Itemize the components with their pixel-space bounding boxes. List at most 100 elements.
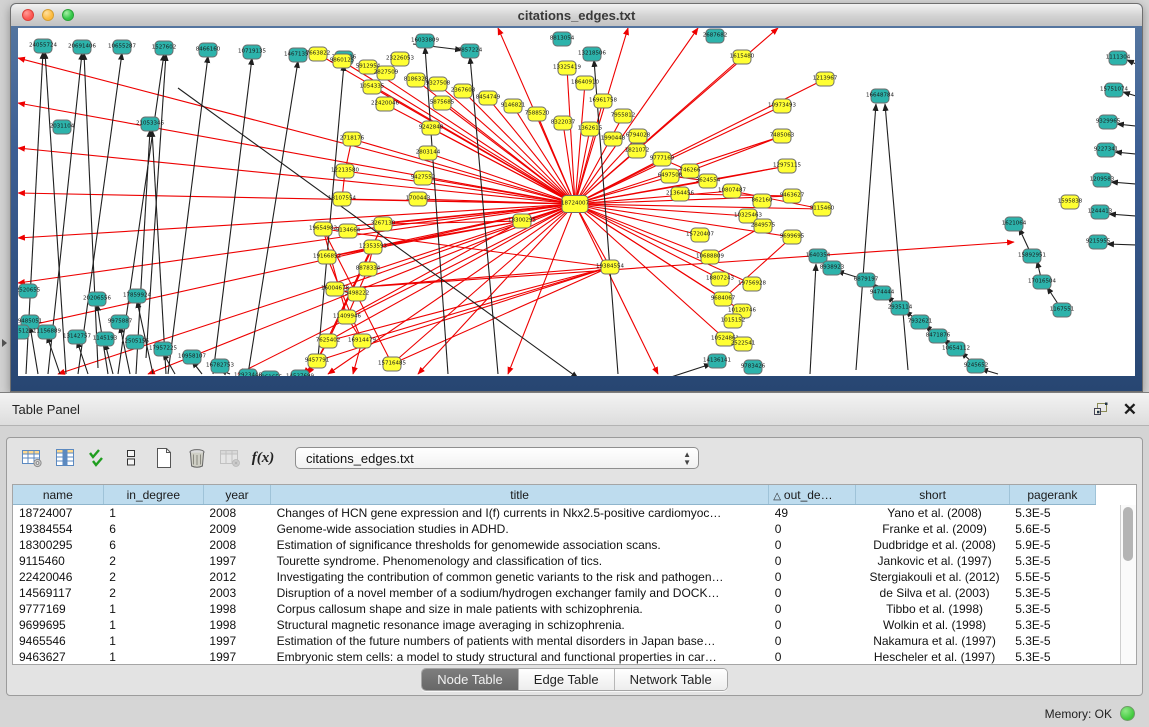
graph-node[interactable]: 2827509: [374, 66, 399, 80]
table-row[interactable]: 946362711997Embryonic stem cells: a mode…: [13, 649, 1096, 665]
graph-node[interactable]: 14671355: [284, 48, 312, 62]
table-row[interactable]: 911546021997Tourette syndrome. Phenomeno…: [13, 553, 1096, 569]
graph-node[interactable]: 12923448: [234, 369, 262, 376]
graph-node[interactable]: 2803144: [416, 146, 441, 160]
graph-node[interactable]: 8471876: [926, 329, 951, 343]
graph-node[interactable]: 9463627: [780, 189, 805, 203]
tab-edge-table[interactable]: Edge Table: [519, 669, 615, 690]
graph-node[interactable]: 16782753: [206, 359, 234, 373]
graph-node[interactable]: 7588520: [525, 107, 550, 121]
graph-node[interactable]: 9860125: [330, 54, 355, 68]
graph-node[interactable]: 7932621: [908, 315, 933, 329]
table-row[interactable]: 969969511998Structural magnetic resonanc…: [13, 617, 1096, 633]
vertical-scrollbar[interactable]: [1120, 505, 1136, 664]
graph-node[interactable]: 9134664: [336, 224, 361, 238]
graph-node[interactable]: 1111304: [1106, 51, 1131, 65]
tab-node-table[interactable]: Node Table: [422, 669, 519, 690]
graph-node[interactable]: 1209583: [1090, 173, 1115, 187]
graph-node[interactable]: 9245652: [964, 359, 989, 373]
graph-node[interactable]: 9684067: [711, 292, 736, 306]
network-canvas[interactable]: 2405572420691406106552871527602846616010…: [18, 28, 1135, 376]
graph-node[interactable]: 15751074: [1100, 83, 1128, 97]
graph-node[interactable]: 1595838: [1058, 195, 1083, 209]
graph-node[interactable]: 10655287: [108, 40, 136, 54]
column-header-name[interactable]: name: [13, 485, 103, 505]
graph-node[interactable]: 746266: [680, 164, 701, 178]
column-header-out_de[interactable]: △out_de…: [769, 485, 856, 505]
graph-node[interactable]: 15892951: [1018, 249, 1046, 263]
column-header-title[interactable]: title: [271, 485, 769, 505]
graph-node[interactable]: 9242848: [419, 121, 444, 135]
graph-node[interactable]: 9457791: [305, 354, 330, 368]
graph-node[interactable]: 9783426: [741, 360, 766, 374]
graph-node[interactable]: 1990448: [601, 132, 626, 146]
graph-node[interactable]: 862160: [752, 194, 773, 208]
table-row[interactable]: 1872400712008Changes of HCN gene express…: [13, 505, 1096, 522]
graph-node[interactable]: 16648784: [866, 89, 894, 103]
graph-node[interactable]: 10654112: [942, 342, 970, 356]
graph-node[interactable]: 9227341: [1094, 143, 1119, 157]
graph-node[interactable]: 16033809: [411, 34, 439, 48]
graph-node[interactable]: 12975115: [773, 159, 801, 173]
column-header-year[interactable]: year: [203, 485, 270, 505]
graph-node[interactable]: 20691406: [68, 40, 96, 54]
graph-node[interactable]: 7625402: [316, 334, 341, 348]
graph-node[interactable]: 10719135: [238, 45, 266, 59]
network-graph[interactable]: 2405572420691406106552871527602846616010…: [18, 28, 1135, 376]
close-panel-button[interactable]: ✕: [1123, 401, 1137, 418]
graph-node[interactable]: 1167551: [1050, 303, 1075, 317]
import-table-button[interactable]: [215, 445, 245, 471]
graph-node[interactable]: 16004678: [321, 282, 349, 296]
graph-node[interactable]: 1244413: [1088, 205, 1113, 219]
graph-node[interactable]: 14136141: [703, 354, 731, 368]
graph-node[interactable]: 3267130: [371, 217, 396, 231]
graph-node[interactable]: 8466160: [196, 43, 221, 57]
graph-node[interactable]: 7857224: [458, 44, 483, 58]
graph-node[interactable]: 9329965: [1096, 115, 1121, 129]
create-column-button[interactable]: [149, 445, 179, 471]
column-header-in_degree[interactable]: in_degree: [103, 485, 203, 505]
table-row[interactable]: 946554611997Estimation of the future num…: [13, 633, 1096, 649]
graph-node[interactable]: 1961655: [258, 371, 283, 376]
graph-node[interactable]: 9427552: [411, 171, 436, 185]
graph-node[interactable]: 1015152: [721, 314, 746, 328]
graph-node[interactable]: 9146821: [501, 99, 526, 113]
scrollbar-thumb[interactable]: [1123, 507, 1133, 561]
graph-node[interactable]: 9215955: [1086, 235, 1111, 249]
float-panel-button[interactable]: [1093, 402, 1109, 416]
graph-node[interactable]: 8454749: [476, 91, 501, 105]
function-builder-button[interactable]: f(x): [248, 445, 278, 471]
graph-node[interactable]: 1362615: [578, 122, 603, 136]
graph-node[interactable]: 6497508: [658, 169, 683, 183]
graph-node[interactable]: 8186328: [404, 73, 429, 87]
table-selector-dropdown[interactable]: citations_edges.txt ▲▼: [295, 447, 699, 469]
table-row[interactable]: 2242004622012Investigating the contribut…: [13, 569, 1096, 585]
graph-node[interactable]: 1615480: [730, 50, 755, 64]
zoom-window-button[interactable]: [62, 9, 74, 21]
graph-node[interactable]: 19654982: [309, 222, 337, 236]
graph-node[interactable]: 5498222: [345, 287, 370, 301]
graph-node[interactable]: 6794028: [626, 129, 651, 143]
row-height-button[interactable]: [116, 445, 146, 471]
select-columns-button[interactable]: [83, 445, 113, 471]
graph-node[interactable]: 3624554: [696, 174, 721, 188]
column-header-short[interactable]: short: [856, 485, 1009, 505]
graph-node[interactable]: 8813054: [550, 32, 575, 46]
panel-collapse-handle[interactable]: [2, 339, 7, 347]
graph-node[interactable]: 7955812: [611, 109, 636, 123]
graph-node[interactable]: 2687682: [703, 29, 728, 43]
graph-node[interactable]: 1700443: [406, 192, 431, 206]
graph-node[interactable]: 1213967: [813, 72, 838, 86]
graph-node[interactable]: 17016504: [1028, 275, 1056, 289]
graph-node[interactable]: 1527602: [152, 41, 177, 55]
graph-node[interactable]: 2849575: [751, 219, 776, 233]
graph-node[interactable]: 7485063: [770, 129, 795, 143]
table-row[interactable]: 1456911722003Disruption of a novel membe…: [13, 585, 1096, 601]
graph-node[interactable]: 1621064: [1002, 217, 1027, 231]
graph-node[interactable]: 16961758: [589, 94, 617, 108]
graph-node[interactable]: 9327508: [426, 77, 451, 91]
graph-node[interactable]: 2031104: [50, 120, 75, 134]
graph-node[interactable]: 5875685: [430, 96, 455, 110]
graph-node[interactable]: 9115460: [810, 202, 835, 216]
graph-node[interactable]: 7663822: [306, 47, 331, 61]
